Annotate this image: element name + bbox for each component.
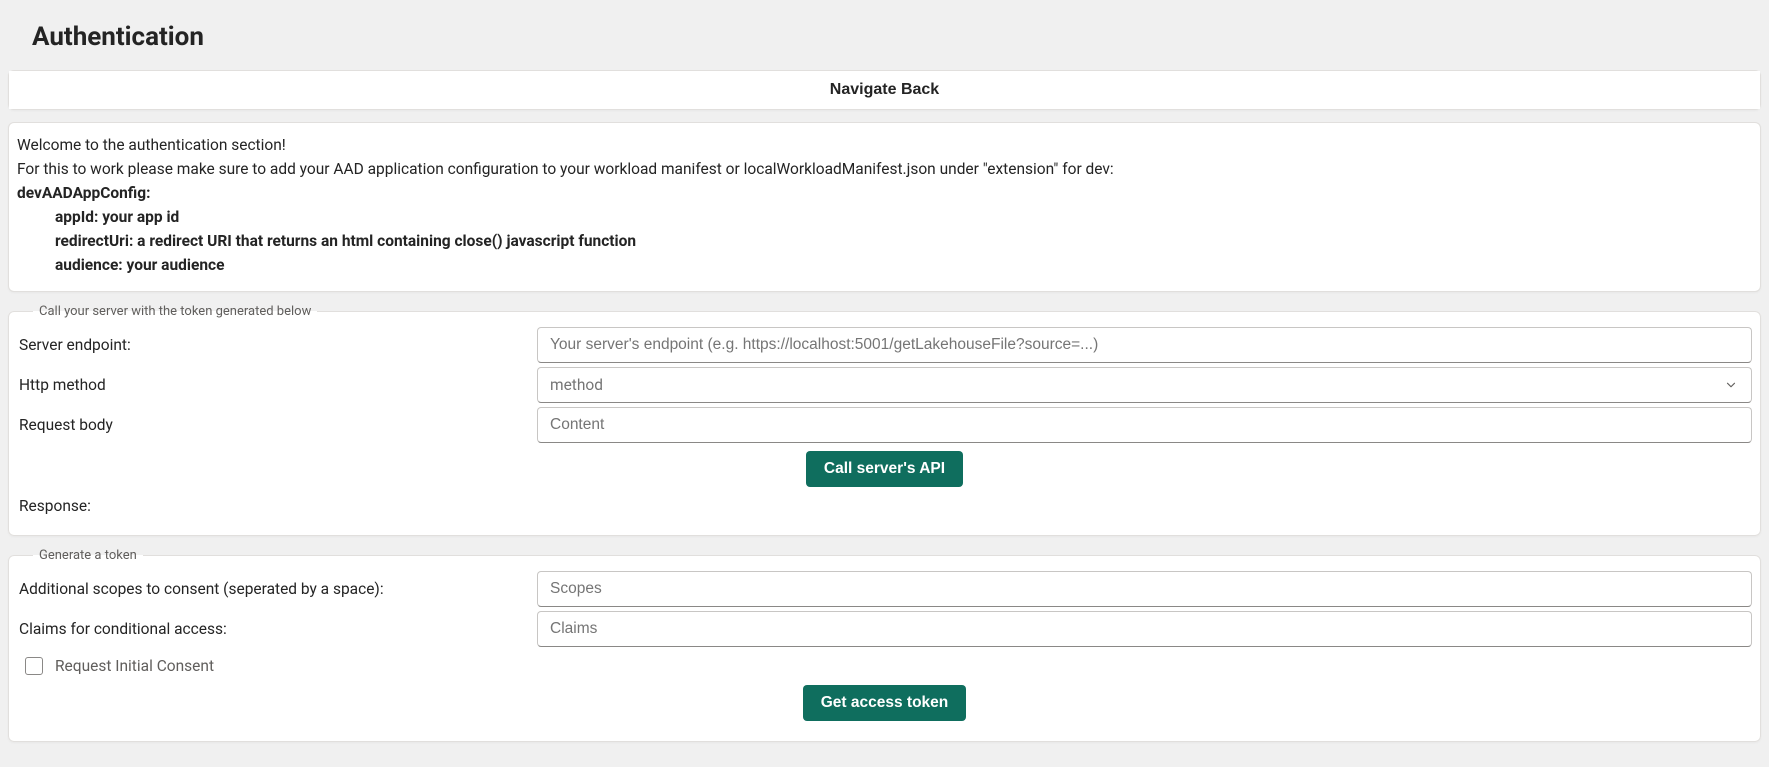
request-body-input[interactable] <box>537 407 1752 443</box>
request-body-label: Request body <box>17 416 529 434</box>
intro-line-welcome: Welcome to the authentication section! <box>17 133 1752 157</box>
intro-line-instructions: For this to work please make sure to add… <box>17 157 1752 181</box>
call-server-legend: Call your server with the token generate… <box>33 304 317 319</box>
response-label: Response: <box>17 493 1752 521</box>
get-access-token-button[interactable]: Get access token <box>803 685 967 721</box>
page-title: Authentication <box>32 22 1761 52</box>
intro-config-audience: audience: your audience <box>17 253 1752 277</box>
intro-config-label: devAADAppConfig: <box>17 181 1752 205</box>
request-initial-consent-checkbox[interactable] <box>25 657 43 675</box>
call-server-api-button[interactable]: Call server's API <box>806 451 963 487</box>
intro-config-redirecturi: redirectUri: a redirect URI that returns… <box>17 229 1752 253</box>
navigate-back-button[interactable]: Navigate Back <box>9 71 1760 109</box>
nav-back-card: Navigate Back <box>8 70 1761 110</box>
http-method-label: Http method <box>17 376 529 394</box>
call-server-section: Call your server with the token generate… <box>8 304 1761 536</box>
scopes-label: Additional scopes to consent (seperated … <box>17 580 529 598</box>
claims-label: Claims for conditional access: <box>17 620 529 638</box>
chevron-down-icon <box>1723 377 1739 393</box>
scopes-input[interactable] <box>537 571 1752 607</box>
generate-token-legend: Generate a token <box>33 548 143 563</box>
http-method-placeholder: method <box>550 376 603 394</box>
request-initial-consent-label[interactable]: Request Initial Consent <box>55 657 214 675</box>
server-endpoint-input[interactable] <box>537 327 1752 363</box>
intro-card: Welcome to the authentication section! F… <box>8 122 1761 292</box>
http-method-select[interactable]: method <box>537 367 1752 403</box>
generate-token-section: Generate a token Additional scopes to co… <box>8 548 1761 742</box>
claims-input[interactable] <box>537 611 1752 647</box>
intro-config-appid: appId: your app id <box>17 205 1752 229</box>
server-endpoint-label: Server endpoint: <box>17 336 529 354</box>
